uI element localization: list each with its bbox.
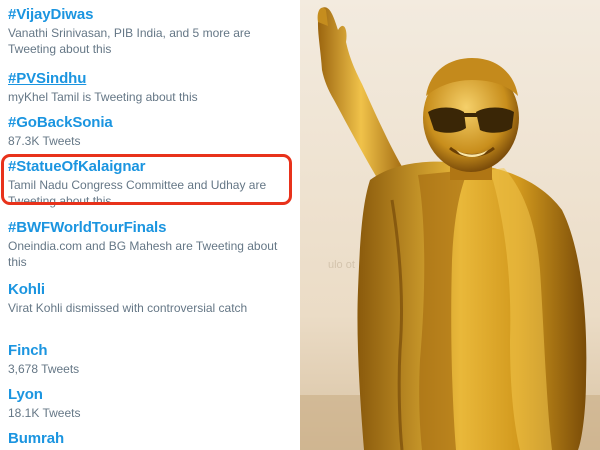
trend-item[interactable]: #GoBackSonia 87.3K Tweets	[8, 114, 298, 149]
trends-panel: #VijayDiwas Vanathi Srinivasan, PIB Indi…	[0, 0, 300, 450]
trend-meta: 3,678 Tweets	[8, 362, 80, 376]
trend-title[interactable]: #VijayDiwas	[8, 6, 298, 24]
trend-item[interactable]: Bumrah	[8, 430, 298, 448]
statue-photo: ulo ot	[300, 0, 600, 450]
trend-meta: Vanathi Srinivasan, PIB India, and 5 mor…	[8, 26, 251, 56]
trend-title[interactable]: Kohli	[8, 281, 298, 299]
trend-title[interactable]: Bumrah	[8, 430, 298, 448]
trend-title[interactable]: Finch	[8, 342, 298, 360]
highlight-box	[1, 154, 292, 205]
trend-item[interactable]: #BWFWorldTourFinals Oneindia.com and BG …	[8, 219, 298, 270]
trend-item[interactable]: Kohli Virat Kohli dismissed with controv…	[8, 281, 298, 316]
trend-title[interactable]: Lyon	[8, 386, 298, 404]
trend-meta: Oneindia.com and BG Mahesh are Tweeting …	[8, 239, 278, 269]
screenshot-composite: #VijayDiwas Vanathi Srinivasan, PIB Indi…	[0, 0, 600, 450]
trend-meta: 18.1K Tweets	[8, 406, 81, 420]
trend-meta: 87.3K Tweets	[8, 134, 81, 148]
trend-item[interactable]: Lyon 18.1K Tweets	[8, 386, 298, 421]
svg-text:ulo ot: ulo ot	[328, 259, 355, 271]
trend-item[interactable]: Finch 3,678 Tweets	[8, 342, 298, 377]
trend-meta: Virat Kohli dismissed with controversial…	[8, 301, 248, 315]
trend-title[interactable]: #BWFWorldTourFinals	[8, 219, 298, 237]
trend-item[interactable]: #PVSindhu myKhel Tamil is Tweeting about…	[8, 70, 298, 105]
trend-item[interactable]: #VijayDiwas Vanathi Srinivasan, PIB Indi…	[8, 6, 298, 57]
trend-meta: myKhel Tamil is Tweeting about this	[8, 90, 198, 104]
trend-title[interactable]: #PVSindhu	[8, 70, 298, 88]
trend-title[interactable]: #GoBackSonia	[8, 114, 298, 132]
